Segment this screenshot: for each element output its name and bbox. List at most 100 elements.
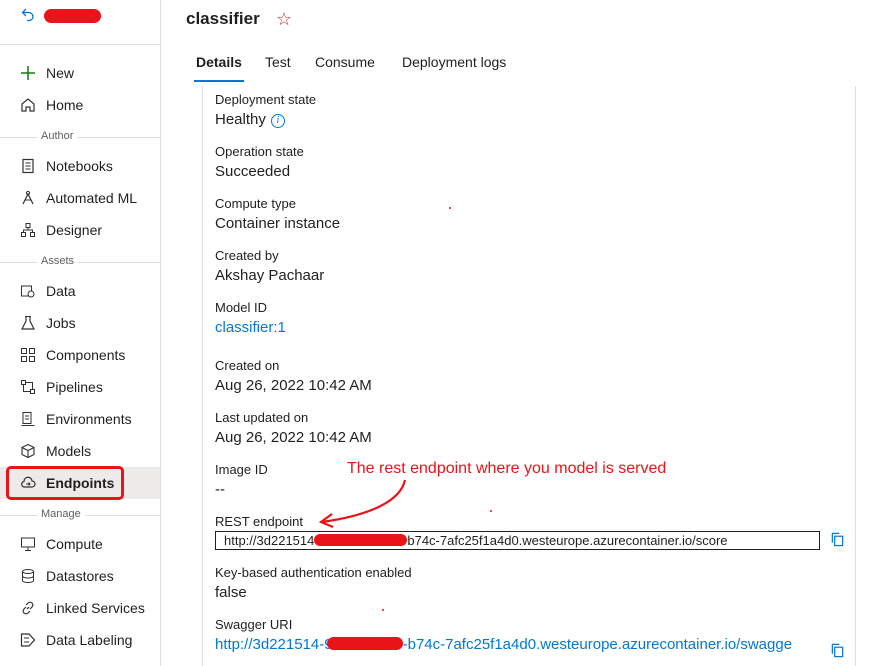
- sidebar-item-environments[interactable]: Environments: [0, 403, 160, 435]
- image-id-label: Image ID: [215, 462, 268, 477]
- redacted-url-segment: [326, 637, 403, 650]
- swagger-uri-start: http://3d221514-9: [215, 636, 333, 653]
- sidebar-item-label: Jobs: [46, 315, 76, 331]
- tab-deployment-logs[interactable]: Deployment logs: [402, 54, 506, 70]
- annotation-dot: [382, 609, 384, 611]
- sidebar-item-label: Linked Services: [46, 600, 145, 616]
- sidebar-item-label: Data: [46, 283, 76, 299]
- sidebar-item-home[interactable]: Home: [0, 89, 160, 121]
- annotation-dot: [449, 207, 451, 209]
- last-updated-on-label: Last updated on: [215, 410, 309, 425]
- swagger-uri-link[interactable]: http://3d221514-9 -b74c-7afc25f1a4d0.west…: [215, 636, 792, 653]
- star-icon[interactable]: ☆: [276, 9, 292, 30]
- swagger-uri-label: Swagger URI: [215, 617, 293, 632]
- sidebar-item-automated-ml[interactable]: Automated ML: [0, 182, 160, 214]
- sidebar-item-data-labeling[interactable]: Data Labeling: [0, 624, 160, 656]
- key-auth-label: Key-based authentication enabled: [215, 565, 412, 580]
- sidebar-item-datastores[interactable]: Datastores: [0, 560, 160, 592]
- tab-test[interactable]: Test: [265, 54, 291, 70]
- sidebar-item-label: Datastores: [46, 568, 114, 584]
- database-icon: [19, 567, 37, 585]
- image-id-value: --: [215, 481, 225, 498]
- label-icon: [19, 631, 37, 649]
- deployment-state-label: Deployment state: [215, 92, 317, 107]
- compute-type-value: Container instance: [215, 215, 341, 232]
- sidebar-item-compute[interactable]: Compute: [0, 528, 160, 560]
- operation-state-value: Succeeded: [215, 163, 291, 180]
- sidebar-item-label: Environments: [46, 411, 132, 427]
- sidebar-item-notebooks[interactable]: Notebooks: [0, 150, 160, 182]
- divider: [0, 262, 160, 263]
- active-tab-indicator: [194, 80, 244, 82]
- endpoints-highlight-annotation: [6, 466, 124, 500]
- flask-icon: [19, 314, 37, 332]
- model-id-label: Model ID: [215, 300, 268, 315]
- tab-details[interactable]: Details: [196, 54, 242, 70]
- divider: [0, 44, 160, 45]
- page-title: classifier: [186, 9, 260, 28]
- sidebar-item-label: Pipelines: [46, 379, 103, 395]
- redacted-url-segment: [314, 534, 408, 546]
- sidebar-item-label: Components: [46, 347, 126, 363]
- sidebar-item-jobs[interactable]: Jobs: [0, 307, 160, 339]
- home-icon: [19, 96, 37, 114]
- key-auth-value: false: [215, 584, 247, 601]
- link-icon: [19, 599, 37, 617]
- sidebar-item-designer[interactable]: Designer: [0, 214, 160, 246]
- deployment-state-text: Healthy: [215, 111, 266, 128]
- rest-endpoint-url-end: b74c-7afc25f1a4d0.westeurope.azurecontai…: [407, 533, 728, 548]
- components-icon: [19, 346, 37, 364]
- sidebar-item-label: Data Labeling: [46, 632, 133, 648]
- copy-icon[interactable]: [830, 532, 845, 550]
- created-on-value: Aug 26, 2022 10:42 AM: [215, 377, 372, 394]
- sidebar-item-linked-services[interactable]: Linked Services: [0, 592, 160, 624]
- info-icon[interactable]: i: [270, 114, 285, 128]
- plus-icon: [19, 64, 37, 82]
- sidebar-item-components[interactable]: Components: [0, 339, 160, 371]
- automl-icon: [19, 189, 37, 207]
- rest-endpoint-label: REST endpoint: [215, 514, 303, 529]
- created-by-value: Akshay Pachaar: [215, 267, 325, 284]
- sidebar-item-label: Compute: [46, 536, 103, 552]
- swagger-uri-end: -b74c-7afc25f1a4d0.westeurope.azureconta…: [402, 636, 793, 653]
- last-updated-on-value: Aug 26, 2022 10:42 AM: [215, 429, 372, 446]
- tab-consume[interactable]: Consume: [315, 54, 375, 70]
- compute-type-label: Compute type: [215, 196, 296, 211]
- monitor-icon: [19, 535, 37, 553]
- sidebar-item-data[interactable]: Data: [0, 275, 160, 307]
- divider: [0, 137, 160, 138]
- left-nav-sidebar: New Home Author Notebooks Automated ML D…: [0, 0, 161, 666]
- model-id-link[interactable]: classifier:1: [215, 319, 286, 336]
- data-icon: [19, 282, 37, 300]
- sidebar-item-new[interactable]: New: [0, 57, 160, 89]
- section-heading-author: Author: [37, 130, 78, 142]
- created-on-label: Created on: [215, 358, 280, 373]
- rest-endpoint-url-start: http://3d221514: [224, 533, 315, 548]
- copy-icon[interactable]: [830, 643, 845, 661]
- environment-icon: [19, 410, 37, 428]
- redacted-workspace-name: [44, 9, 101, 23]
- sidebar-item-label: Models: [46, 443, 92, 459]
- sidebar-item-label: Designer: [46, 222, 103, 238]
- designer-icon: [19, 221, 37, 239]
- sidebar-item-label: Automated ML: [46, 190, 138, 206]
- section-heading-assets: Assets: [37, 255, 79, 267]
- cube-icon: [19, 442, 37, 460]
- pipeline-icon: [19, 378, 37, 396]
- deployment-state-value: Healthy i: [215, 111, 285, 128]
- created-by-label: Created by: [215, 248, 279, 263]
- sidebar-item-label: Notebooks: [46, 158, 113, 174]
- operation-state-label: Operation state: [215, 144, 304, 159]
- section-heading-manage: Manage: [37, 508, 85, 520]
- back-arrow-icon[interactable]: [20, 6, 36, 27]
- annotation-dot: [490, 510, 492, 512]
- sidebar-item-models[interactable]: Models: [0, 435, 160, 467]
- sidebar-item-pipelines[interactable]: Pipelines: [0, 371, 160, 403]
- sidebar-item-label: Home: [46, 97, 84, 113]
- back-row[interactable]: [0, 0, 160, 32]
- notebook-icon: [19, 157, 37, 175]
- sidebar-item-label: New: [46, 65, 75, 81]
- annotation-text: The rest endpoint where you model is ser…: [347, 460, 667, 477]
- rest-endpoint-field[interactable]: http://3d221514 b74c-7afc25f1a4d0.westeur…: [215, 531, 820, 550]
- annotation-arrow: [318, 479, 407, 528]
